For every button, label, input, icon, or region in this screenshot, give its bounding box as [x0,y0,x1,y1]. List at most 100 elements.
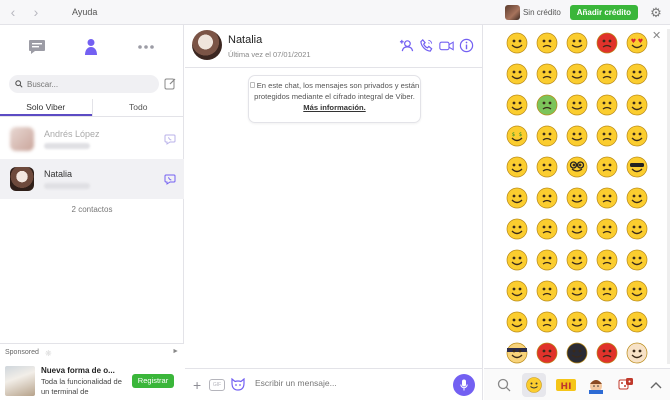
list-item[interactable]: Natalia [0,159,184,199]
emoji-ninja[interactable] [502,338,532,368]
emoji-confused[interactable] [562,90,592,120]
emoji-silly[interactable] [502,183,532,213]
search-icon[interactable] [492,373,516,397]
emoji-sleepy[interactable] [502,152,532,182]
ad-text: Toda la funcionalidad de un terminal de [41,377,122,396]
emoji-unsure[interactable] [592,276,622,306]
svg-text:♥: ♥ [631,38,636,45]
emoji-cool[interactable] [622,152,650,182]
list-item[interactable]: Andrés López [0,119,184,159]
video-call-icon[interactable] [439,38,454,53]
emoji-meh[interactable] [502,307,532,337]
info-icon[interactable] [459,38,474,53]
boy-sticker-tab[interactable] [584,373,608,397]
gear-icon[interactable]: ⚙ [642,5,670,21]
emoji-rolling[interactable] [592,307,622,337]
emoji-sad[interactable] [562,276,592,306]
emoji-tongue-out[interactable] [622,245,650,275]
gif-icon[interactable]: GIF [209,379,225,391]
emoji-angry[interactable] [532,276,562,306]
emoji-eyebrow[interactable] [562,121,592,151]
emoji-devil[interactable] [592,338,622,368]
emoji-tongue-wink[interactable] [622,90,650,120]
emoji-wink[interactable] [562,28,592,58]
emoji-laugh-tears[interactable] [532,183,562,213]
emoji-cry[interactable] [502,90,532,120]
emoji-stare[interactable] [532,245,562,275]
close-icon[interactable]: ✕ [652,29,661,42]
emoji-red-angry[interactable] [532,338,562,368]
dice-sticker-tab[interactable] [614,373,638,397]
sticker-icon[interactable] [231,378,245,391]
chat-pane: Natalia Última vez el 07/01/2021 En este… [185,25,483,400]
emoji-squint[interactable] [622,276,650,306]
emoji-worried[interactable] [532,28,562,58]
emoji-sob[interactable] [562,307,592,337]
emoji-heart-eyes[interactable]: ♥ ♥ [622,28,650,58]
emoji-happy[interactable] [592,152,622,182]
contacts-icon[interactable] [77,33,105,61]
emoji-heart[interactable] [562,183,592,213]
emoji-nerd[interactable] [562,152,592,182]
emoji-smirk[interactable] [622,59,650,89]
emoji-pout[interactable] [622,121,650,151]
encryption-notice: En este chat, los mensajes son privados … [248,75,421,123]
add-credit-button[interactable]: Añadir crédito [569,5,638,20]
emoji-blush-smile[interactable] [592,214,622,244]
contact-info: Natalia [44,169,90,189]
chevron-right-icon[interactable]: › [26,2,46,22]
emoji-shocked[interactable] [562,245,592,275]
more-icon[interactable] [132,33,160,61]
emoji-sly[interactable] [532,121,562,151]
emoji-hmm[interactable] [622,214,650,244]
avatar[interactable] [504,5,520,20]
emoji-sick[interactable] [532,90,562,120]
emoji-dead[interactable] [532,214,562,244]
emoji-upset[interactable] [592,245,622,275]
emoji-crazy[interactable] [532,152,562,182]
ad-options-icon[interactable]: ► [172,348,179,355]
emoji-money[interactable]: $ $ [502,121,532,151]
emoji-smug[interactable] [622,307,650,337]
new-chat-icon[interactable] [164,77,177,90]
smiley-tab[interactable] [522,373,546,397]
emoji-cat-devil[interactable] [562,338,592,368]
register-button[interactable]: Registrar [132,374,174,388]
hiii-sticker-tab[interactable]: HI [554,373,578,397]
emoji-frown[interactable] [502,276,532,306]
emoji-shock[interactable] [562,59,592,89]
emoji-grin[interactable] [532,59,562,89]
search-input[interactable] [27,79,147,89]
sponsored-label: Sponsored [5,349,39,356]
emoji-angel[interactable] [622,338,650,368]
phone-icon[interactable] [419,38,434,53]
microphone-button[interactable] [453,374,475,396]
emoji-laugh[interactable] [592,90,622,120]
avatar[interactable] [192,30,222,60]
chevron-up-icon[interactable] [644,373,668,397]
emoji-flushed[interactable] [502,245,532,275]
emoji-sweat[interactable] [532,307,562,337]
chat-icon[interactable] [23,33,51,61]
emoji-dizzy[interactable] [502,214,532,244]
tab-todo[interactable]: Todo [91,99,185,116]
more-info-link[interactable]: Más información. [303,103,365,112]
emoji-kiss[interactable] [592,59,622,89]
plus-icon[interactable]: + [193,377,201,393]
emoji-tongue[interactable] [502,59,532,89]
chat-title[interactable]: Natalia [228,34,262,46]
chevron-left-icon[interactable]: ‹ [3,2,23,22]
ad-image[interactable] [5,366,35,396]
tab-solo-viber[interactable]: Solo Viber [0,99,92,116]
add-participant-icon[interactable] [399,38,414,53]
emoji-grimace[interactable] [622,183,650,213]
contact-info: Andrés López [44,129,100,149]
emoji-angry-devil[interactable] [592,28,622,58]
emoji-smile[interactable] [502,28,532,58]
emoji-blush[interactable] [592,121,622,151]
emoji-scream[interactable] [592,183,622,213]
menu-help[interactable]: Ayuda [72,7,97,17]
message-input[interactable]: Escribir un mensaje... [255,378,337,388]
emoji-surprised[interactable] [562,214,592,244]
ad-title[interactable]: Nueva forma de o... [41,366,115,375]
